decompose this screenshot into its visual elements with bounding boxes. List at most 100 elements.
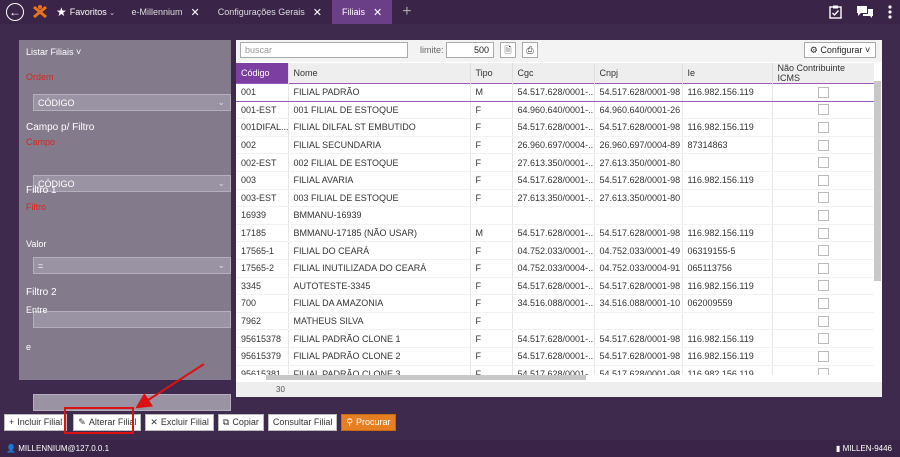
- close-icon[interactable]: ✕: [313, 6, 322, 19]
- icms-checkbox[interactable]: [817, 262, 829, 274]
- table-cell: 116.982.156.119: [682, 224, 773, 243]
- app-logo-icon[interactable]: [32, 4, 48, 20]
- table-viewport: Código Nome Tipo Cgc Cnpj Ie Não Contribuinte …: [236, 63, 874, 375]
- column-header[interactable]: Tipo: [470, 63, 513, 84]
- table-cell: [772, 329, 874, 348]
- copy-button[interactable]: ⧉ Copiar: [217, 413, 264, 431]
- column-header[interactable]: Código: [236, 63, 289, 84]
- search-input[interactable]: [240, 42, 408, 58]
- table-row[interactable]: 17565-1 FILIAL DO CEARÁ F 04.752.033/0001-.…: [236, 241, 874, 260]
- status-bar: 👤 MILLENNIUM@127.0.0.1 ▮ MILLEN-9446: [0, 440, 900, 457]
- filter1-section: Filtro 1: [26, 185, 57, 196]
- column-header[interactable]: Cgc: [512, 63, 595, 84]
- column-header[interactable]: Não Contribuinte ICMS: [772, 63, 874, 84]
- horizontal-scrollbar[interactable]: [266, 375, 586, 380]
- icms-checkbox[interactable]: [817, 104, 829, 116]
- icms-checkbox[interactable]: [817, 210, 829, 222]
- table-cell: BMMANU-16939: [288, 206, 471, 225]
- clipboard-check-icon[interactable]: [829, 5, 842, 19]
- annotation-arrow: [135, 363, 205, 409]
- order-select[interactable]: CÓDIGO ⌄: [33, 94, 231, 111]
- table-row[interactable]: 95615379 FILIAL PADRÃO CLONE 2 F 54.517.628…: [236, 347, 874, 366]
- table-cell: F: [470, 241, 513, 260]
- close-icon[interactable]: ✕: [191, 6, 200, 19]
- column-header[interactable]: Cnpj: [594, 63, 683, 84]
- table-cell: 04.752.033/0001-...: [512, 241, 595, 260]
- table-row[interactable]: 95615378 FILIAL PADRÃO CLONE 1 F 54.517.628…: [236, 329, 874, 348]
- icms-checkbox[interactable]: [817, 368, 829, 375]
- table-cell: FILIAL DO CEARÁ: [288, 241, 471, 260]
- table-row[interactable]: 16939 BMMANU-16939: [236, 206, 874, 225]
- chat-icon[interactable]: [856, 5, 874, 19]
- table-cell: F: [470, 329, 513, 348]
- value-input[interactable]: [33, 311, 231, 328]
- icms-checkbox[interactable]: [817, 86, 829, 98]
- chevron-down-icon[interactable]: ⌄: [109, 8, 116, 17]
- column-header[interactable]: Ie: [682, 63, 773, 84]
- field-select[interactable]: CÓDIGO ⌄: [33, 175, 231, 192]
- tab-e-millennium[interactable]: e-Millennium ✕: [125, 0, 205, 24]
- table-row[interactable]: 003 FILIAL AVARIA F 54.517.628/0001-... 54.5…: [236, 171, 874, 190]
- tab-filiais[interactable]: Filiais ✕: [332, 0, 393, 24]
- column-header[interactable]: Nome: [288, 63, 471, 84]
- table-cell: [772, 224, 874, 243]
- more-options-icon[interactable]: [888, 5, 892, 19]
- add-tab-icon[interactable]: +: [402, 3, 411, 21]
- search-button[interactable]: ⚲ Procurar: [341, 413, 396, 431]
- table-cell: [594, 312, 683, 331]
- icms-checkbox[interactable]: [817, 227, 829, 239]
- vertical-scrollbar[interactable]: [874, 81, 881, 281]
- table-row[interactable]: 95615381 FILIAL PADRÃO CLONE 3 F 54.517.628…: [236, 365, 874, 375]
- tab-configuracoes-gerais[interactable]: Configurações Gerais ✕: [212, 0, 328, 24]
- table-cell: 54.517.628/0001-98: [594, 171, 683, 190]
- icms-checkbox[interactable]: [817, 192, 829, 204]
- icms-checkbox[interactable]: [817, 139, 829, 151]
- table-row[interactable]: 001DIFAL... FILIAL DILFAL ST EMBUTIDO F 54.…: [236, 118, 874, 137]
- table-cell: 95615378: [236, 329, 289, 348]
- delete-branch-button[interactable]: ✕ Excluir Filial: [145, 413, 214, 431]
- icms-checkbox[interactable]: [817, 245, 829, 257]
- consult-branch-button[interactable]: Consultar Filial: [267, 413, 338, 431]
- favorites-menu[interactable]: Favoritos: [70, 7, 107, 17]
- filter-label: Filtro: [26, 202, 46, 212]
- table-row[interactable]: 7962 MATHEUS SILVA F: [236, 312, 874, 331]
- table-row[interactable]: 001 FILIAL PADRÃO M 54.517.628/0001-... 54.5…: [236, 83, 874, 102]
- table-cell: F: [470, 118, 513, 137]
- filter-operator-select[interactable]: = ⌄: [33, 257, 231, 274]
- configure-button[interactable]: ⚙ Configurar ˅: [804, 42, 876, 58]
- icms-checkbox[interactable]: [817, 315, 829, 327]
- export-document-icon[interactable]: 🗎: [500, 42, 516, 58]
- include-branch-button[interactable]: + Incluir Filial: [4, 413, 68, 431]
- table-row[interactable]: 003-EST 003 FILIAL DE ESTOQUE F 27.613.350/…: [236, 189, 874, 208]
- table-cell: M: [470, 83, 513, 102]
- table-row[interactable]: 002 FILIAL SECUNDARIA F 26.960.697/0004-...…: [236, 136, 874, 155]
- table-cell: 002: [236, 136, 289, 155]
- table-row[interactable]: 3345 AUTOTESTE-3345 F 54.517.628/0001-... 54…: [236, 277, 874, 296]
- table-row[interactable]: 002-EST 002 FILIAL DE ESTOQUE F 27.613.350/…: [236, 153, 874, 172]
- icms-checkbox[interactable]: [817, 297, 829, 309]
- table-cell: 17185: [236, 224, 289, 243]
- table-row[interactable]: 17185 BMMANU-17185 (NÃO USAR) M 54.517.628/…: [236, 224, 874, 243]
- table-row[interactable]: 001-EST 001 FILIAL DE ESTOQUE F 64.960.640/…: [236, 101, 874, 120]
- star-icon[interactable]: ★: [56, 5, 67, 19]
- print-icon[interactable]: ⎙: [522, 42, 538, 58]
- icms-checkbox[interactable]: [817, 280, 829, 292]
- table-cell: 04.752.033/0004-...: [512, 259, 595, 278]
- icms-checkbox[interactable]: [817, 350, 829, 362]
- filter2-section: Filtro 2: [26, 287, 57, 298]
- icms-checkbox[interactable]: [817, 122, 829, 134]
- table-row[interactable]: 17565-2 FILIAL INUTILIZADA DO CEARÁ F 04.75…: [236, 259, 874, 278]
- limit-input[interactable]: 500: [446, 42, 494, 58]
- user-label: MILLENNIUM@127.0.0.1: [18, 444, 110, 453]
- table-row[interactable]: 700 FILIAL DA AMAZONIA F 34.516.088/0001-..…: [236, 294, 874, 313]
- table-cell: FILIAL DILFAL ST EMBUTIDO: [288, 118, 471, 137]
- close-icon[interactable]: ✕: [373, 6, 382, 19]
- icms-checkbox[interactable]: [817, 333, 829, 345]
- icms-checkbox[interactable]: [817, 174, 829, 186]
- icms-checkbox[interactable]: [817, 157, 829, 169]
- panel-header[interactable]: Listar Filiais ˅: [26, 47, 81, 57]
- table-cell: 34.516.088/0001-10: [594, 294, 683, 313]
- record-count: 30: [276, 385, 285, 394]
- grid-toolbar: limite: 500 🗎 ⎙ ⚙ Configurar ˅: [236, 40, 882, 62]
- back-arrow-icon[interactable]: ←: [6, 3, 24, 21]
